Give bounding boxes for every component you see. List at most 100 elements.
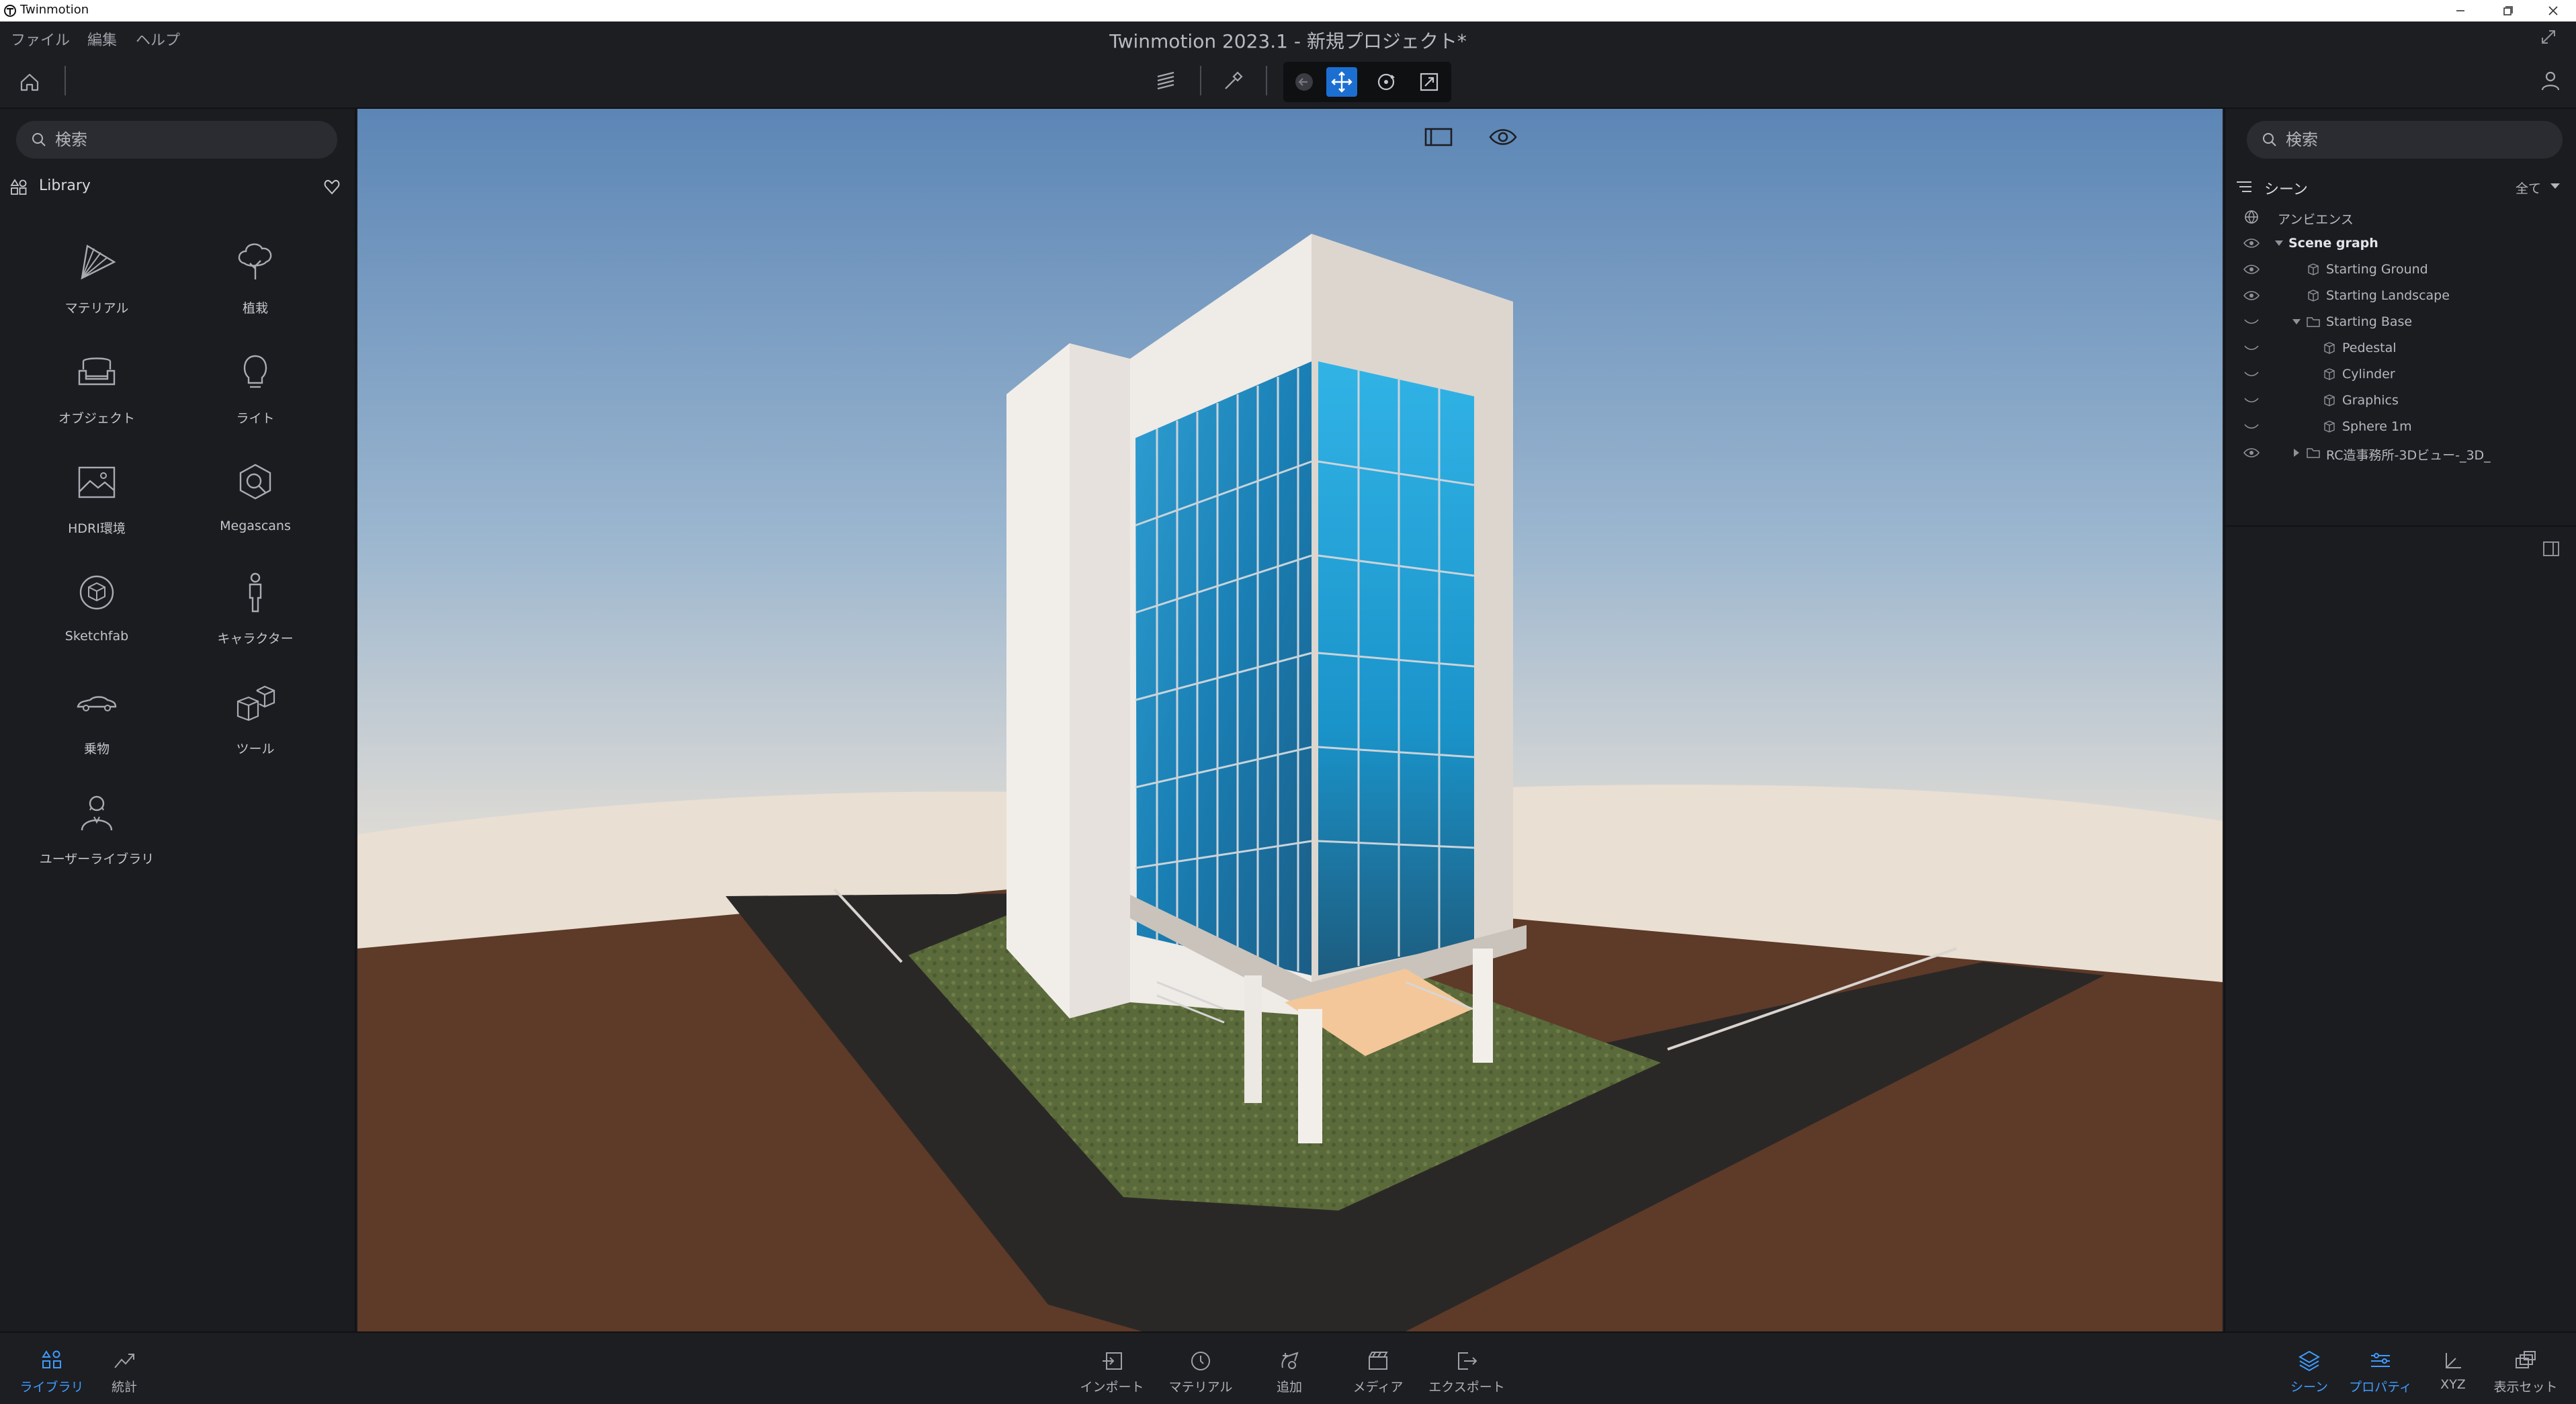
close-window-button[interactable] bbox=[2538, 1, 2568, 20]
scene-header: シーン 全て bbox=[2235, 173, 2571, 200]
scene-node-label: Sphere 1m bbox=[2342, 419, 2412, 434]
library-tile-user-library[interactable]: ユーザーライブラリ bbox=[30, 785, 164, 885]
visibility-eye-icon[interactable] bbox=[2243, 447, 2260, 459]
scene-tree-row[interactable]: Scene graph bbox=[2225, 230, 2575, 256]
rotate-icon bbox=[1377, 73, 1395, 91]
window-app-name: Twinmotion bbox=[20, 3, 89, 17]
scene-node-label: アンビエンス bbox=[2278, 212, 2354, 227]
menu-edit[interactable]: 編集 bbox=[87, 28, 117, 50]
scene-tree-row[interactable]: Starting Base bbox=[2225, 309, 2575, 335]
dock-button-display-set[interactable]: 表示セット bbox=[2482, 1349, 2569, 1396]
scene-tree-row[interactable]: Sphere 1m bbox=[2225, 414, 2575, 439]
library-tile-lights[interactable]: ライト bbox=[188, 344, 323, 445]
scene-node-label: Graphics bbox=[2342, 393, 2399, 408]
library-search-input[interactable] bbox=[55, 128, 297, 152]
library-tile-hdri[interactable]: HDRI環境 bbox=[30, 454, 164, 555]
object-cube-icon bbox=[2324, 394, 2335, 406]
main-toolbar bbox=[0, 54, 2576, 109]
fullscreen-expand-icon[interactable] bbox=[2540, 28, 2557, 46]
search-icon bbox=[32, 133, 46, 146]
import-icon bbox=[1103, 1352, 1122, 1370]
hidden-eye-icon[interactable] bbox=[2243, 368, 2260, 380]
tile-label: Megascans bbox=[220, 519, 291, 533]
move-tool-button[interactable] bbox=[1326, 67, 1357, 97]
layers-icon[interactable] bbox=[1152, 67, 1179, 94]
home-icon[interactable] bbox=[16, 69, 43, 95]
scene-search-input[interactable] bbox=[2286, 128, 2528, 152]
scene-tree-row[interactable]: Cylinder bbox=[2225, 361, 2575, 387]
visibility-eye-icon[interactable] bbox=[2243, 263, 2260, 275]
scene-node-label: Starting Ground bbox=[2326, 262, 2428, 277]
scene-filter-dropdown[interactable]: 全て bbox=[2516, 179, 2541, 197]
back-button[interactable] bbox=[1289, 67, 1320, 97]
hidden-eye-icon[interactable] bbox=[2243, 342, 2260, 354]
scene-node-label: RC造事務所-3Dビュー-_3D_ bbox=[2326, 448, 2491, 463]
favorites-heart-icon[interactable] bbox=[323, 177, 341, 196]
expand-arrow-down-icon[interactable] bbox=[2274, 238, 2284, 249]
bottom-dock: ライブラリ 統計 インポート マテリアル 追加 メディア エクスポート シーン プロパティ X… bbox=[0, 1331, 2576, 1404]
library-tile-megascans[interactable]: Megascans bbox=[188, 454, 323, 555]
chevron-down-icon[interactable] bbox=[2549, 181, 2561, 191]
dock-button-add[interactable]: 追加 bbox=[1246, 1349, 1333, 1396]
library-tile-materials[interactable]: マテリアル bbox=[30, 234, 164, 335]
close-icon bbox=[2548, 6, 2558, 15]
expand-arrow-right-icon[interactable] bbox=[2291, 447, 2302, 458]
hdri-image-icon bbox=[78, 466, 116, 498]
dock-label: マテリアル bbox=[1168, 1380, 1233, 1395]
rotate-tool-button[interactable] bbox=[1371, 67, 1402, 97]
library-tile-vegetation[interactable]: 植栽 bbox=[188, 234, 323, 335]
restore-button[interactable] bbox=[2493, 1, 2522, 20]
tile-label: ユーザーライブラリ bbox=[39, 852, 155, 867]
scene-node-label: Pedestal bbox=[2342, 341, 2397, 355]
library-search-box[interactable] bbox=[16, 121, 337, 159]
toolbar-separator bbox=[1266, 66, 1267, 95]
library-tile-sketchfab[interactable]: Sketchfab bbox=[30, 564, 164, 665]
visibility-eye-icon[interactable] bbox=[2243, 290, 2260, 302]
scene-tree-row[interactable]: Graphics bbox=[2225, 388, 2575, 413]
library-tile-objects[interactable]: オブジェクト bbox=[30, 344, 164, 445]
hidden-eye-icon[interactable] bbox=[2243, 316, 2260, 328]
globe-icon bbox=[2245, 210, 2258, 224]
expand-arrow-down-icon[interactable] bbox=[2291, 316, 2302, 327]
scene-panel: シーン 全て アンビエンス Scene graph Starting Ground S… bbox=[2224, 109, 2576, 1331]
material-fan-icon bbox=[81, 245, 116, 280]
dock-button-media[interactable]: メディア bbox=[1334, 1349, 1422, 1396]
library-tile-vehicles[interactable]: 乗物 bbox=[30, 674, 164, 775]
hidden-eye-icon[interactable] bbox=[2243, 394, 2260, 406]
toolbar-separator bbox=[65, 66, 66, 95]
scale-tool-button[interactable] bbox=[1414, 67, 1445, 97]
menu-help[interactable]: ヘルプ bbox=[136, 28, 180, 50]
hidden-eye-icon[interactable] bbox=[2243, 421, 2260, 433]
scene-list-icon bbox=[2237, 181, 2251, 192]
visibility-eye-icon[interactable] bbox=[2243, 237, 2260, 249]
dock-button-stats[interactable]: 統計 bbox=[81, 1349, 168, 1396]
viewport-render[interactable] bbox=[357, 109, 2223, 1331]
export-icon bbox=[1458, 1352, 1477, 1370]
object-cube-icon bbox=[2308, 263, 2319, 275]
arrow-left-icon bbox=[1295, 73, 1313, 91]
stats-icon bbox=[114, 1354, 134, 1368]
dock-label: 追加 bbox=[1276, 1380, 1302, 1395]
visibility-eye-icon[interactable] bbox=[1486, 124, 1520, 150]
library-panel: Library マテリアル 植栽 オブジェクト ライト bbox=[0, 109, 356, 1331]
panel-layout-icon[interactable] bbox=[1422, 124, 1455, 150]
user-account-icon[interactable] bbox=[2537, 67, 2564, 94]
tile-label: 植栽 bbox=[242, 301, 268, 316]
scene-node-label: Scene graph bbox=[2288, 236, 2378, 251]
dock-button-material-picker[interactable]: マテリアル bbox=[1157, 1349, 1244, 1396]
scene-tree-row[interactable]: Starting Landscape bbox=[2225, 283, 2575, 308]
scene-tree-row[interactable]: アンビエンス bbox=[2225, 204, 2575, 230]
3d-viewport[interactable] bbox=[357, 109, 2223, 1331]
minimize-button[interactable] bbox=[2446, 1, 2475, 20]
library-tile-characters[interactable]: キャラクター bbox=[188, 564, 323, 665]
scene-tree-row[interactable]: Pedestal bbox=[2225, 335, 2575, 361]
menu-file[interactable]: ファイル bbox=[11, 28, 70, 50]
eyedropper-icon[interactable] bbox=[1220, 67, 1247, 94]
scene-tree-row[interactable]: Starting Ground bbox=[2225, 257, 2575, 282]
scene-tree-row[interactable]: RC造事務所-3Dビュー-_3D_ bbox=[2225, 440, 2575, 466]
library-tile-tools[interactable]: ツール bbox=[188, 674, 323, 775]
dock-button-import[interactable]: インポート bbox=[1068, 1349, 1156, 1396]
panel-collapse-icon[interactable] bbox=[2541, 539, 2561, 559]
dock-button-export[interactable]: エクスポート bbox=[1423, 1349, 1510, 1396]
scene-search-box[interactable] bbox=[2247, 121, 2563, 159]
